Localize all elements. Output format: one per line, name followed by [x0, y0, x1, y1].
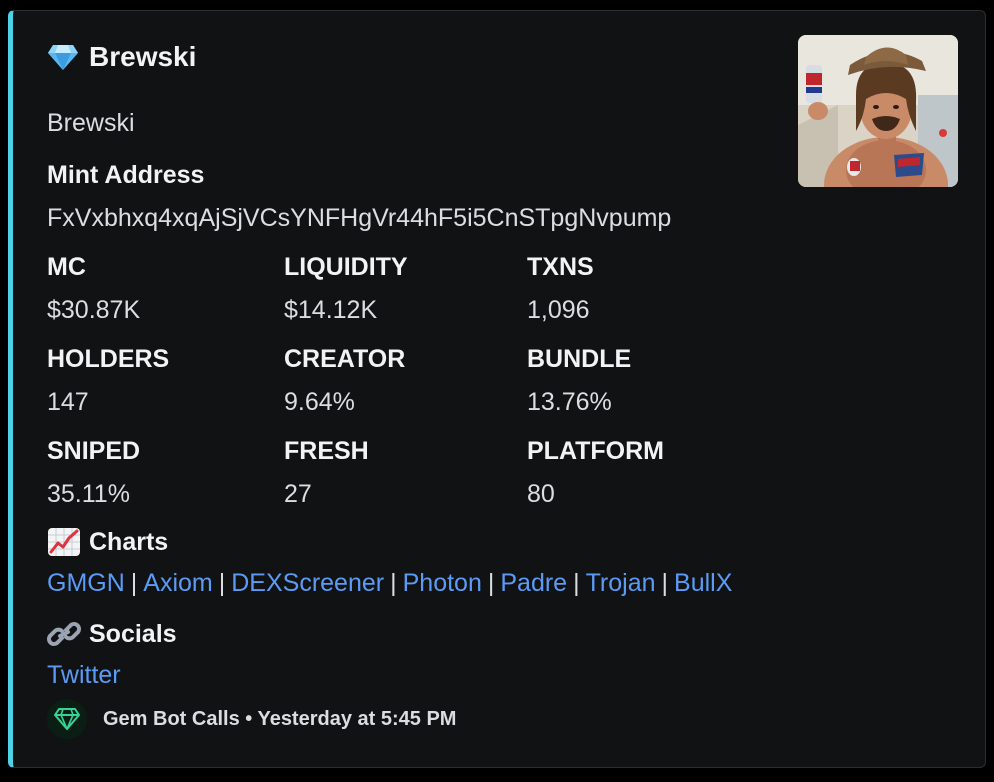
embed-title[interactable]: Brewski	[89, 41, 196, 73]
stat-label: MC	[47, 253, 86, 281]
stat-label: TXNS	[527, 253, 594, 281]
stat-bundle: BUNDLE 13.76%	[527, 345, 631, 417]
stat-holders: HOLDERS 147	[47, 345, 169, 417]
chart-link-dexscreener[interactable]: DEXScreener	[231, 569, 384, 597]
link-separator: |	[487, 569, 495, 597]
socials-heading: Socials	[47, 619, 177, 649]
stat-label: FRESH	[284, 437, 369, 465]
footer-text: Gem Bot Calls • Yesterday at 5:45 PM	[103, 707, 457, 730]
stat-platform: PLATFORM 80	[527, 437, 664, 509]
chart-link-photon[interactable]: Photon	[403, 569, 482, 597]
chart-link-bullx[interactable]: BullX	[674, 569, 732, 597]
stat-label: HOLDERS	[47, 345, 170, 373]
link-separator: |	[390, 569, 397, 597]
embed-subtitle: Brewski	[47, 109, 135, 137]
embed-footer: Gem Bot Calls • Yesterday at 5:45 PM	[47, 699, 456, 739]
embed-title-row: Brewski	[47, 41, 196, 73]
stat-fresh: FRESH 27	[284, 437, 369, 509]
stat-label: BUNDLE	[527, 345, 632, 373]
stat-label: PLATFORM	[527, 437, 665, 465]
chart-increasing-icon	[48, 528, 80, 556]
stat-label: LIQUIDITY	[284, 253, 408, 281]
stat-creator: CREATOR 9.64%	[284, 345, 405, 417]
social-link-twitter[interactable]: Twitter	[47, 661, 121, 690]
link-separator: |	[218, 569, 226, 597]
mint-address-value: FxVxbhxq4xqAjSjVCsYNFHgVr44hF5i5CnSTpgNv…	[47, 204, 672, 232]
stat-value: 9.64%	[284, 388, 355, 416]
link-separator: |	[573, 569, 580, 597]
stat-label: SNIPED	[47, 437, 141, 465]
chart-link-axiom[interactable]: Axiom	[143, 569, 212, 597]
link-separator: |	[130, 569, 138, 597]
chart-link-gmgn[interactable]: GMGN	[47, 569, 125, 597]
mint-address-label: Mint Address	[47, 161, 205, 189]
stat-value: 1,096	[527, 296, 590, 324]
charts-title: Charts	[89, 527, 169, 556]
gem-bot-avatar-icon	[47, 699, 87, 739]
socials-title: Socials	[89, 619, 177, 648]
stat-value: 27	[284, 480, 312, 508]
stat-value: 35.11%	[47, 480, 130, 508]
mint-address-field: Mint Address FxVxbhxq4xqAjSjVCsYNFHgVr44…	[47, 161, 671, 233]
link-icon	[47, 622, 81, 646]
stat-value: 13.76%	[527, 388, 612, 416]
charts-links: GMGN | Axiom | DEXScreener | Photon | Padre | Troj…	[47, 569, 732, 598]
chart-link-trojan[interactable]: Trojan	[586, 569, 656, 597]
stat-value: 80	[527, 480, 555, 508]
charts-heading: Charts	[47, 527, 168, 557]
stat-label: CREATOR	[284, 345, 406, 373]
stat-sniped: SNIPED 35.11%	[47, 437, 140, 509]
token-image[interactable]	[798, 35, 958, 187]
stat-txns: TXNS 1,096	[527, 253, 594, 325]
stats-grid: MC $30.87K LIQUIDITY $14.12K TXNS 1,096 …	[47, 253, 727, 513]
stat-liquidity: LIQUIDITY $14.12K	[284, 253, 408, 325]
token-embed: Brewski Brewski Mint Address FxVxbhxq4xq…	[8, 10, 986, 768]
stat-value: $14.12K	[284, 296, 378, 324]
stat-value: 147	[47, 388, 89, 416]
stat-mc: MC $30.87K	[47, 253, 140, 325]
gem-icon	[48, 45, 78, 70]
chart-link-padre[interactable]: Padre	[500, 569, 567, 597]
link-separator: |	[661, 569, 669, 597]
stat-value: $30.87K	[47, 296, 141, 324]
